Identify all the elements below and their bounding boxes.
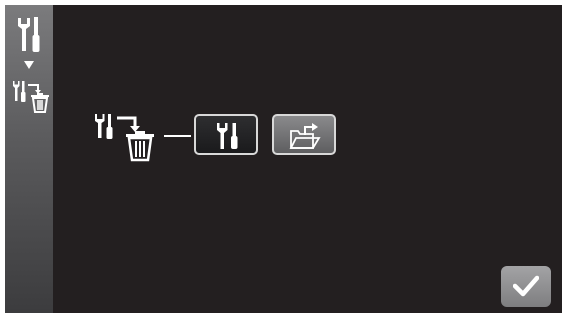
folder-export-button[interactable] xyxy=(272,114,336,155)
tools-icon xyxy=(217,123,238,149)
down-arrow-icon xyxy=(24,61,34,69)
device-screen xyxy=(5,5,562,313)
tools-icon xyxy=(18,17,40,52)
connector-line xyxy=(164,135,191,137)
tools-to-trash-icon xyxy=(13,81,49,113)
tools-to-trash-icon xyxy=(95,114,154,162)
confirm-button[interactable] xyxy=(501,266,551,307)
folder-export-icon xyxy=(289,123,321,149)
checkmark-icon xyxy=(513,275,539,297)
sidebar xyxy=(5,5,53,313)
tools-button[interactable] xyxy=(194,114,258,155)
